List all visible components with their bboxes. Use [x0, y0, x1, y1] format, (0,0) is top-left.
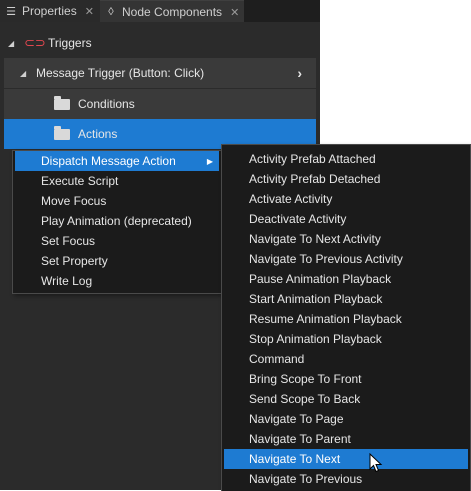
submenu-item[interactable]: Navigate To Next Activity — [224, 229, 468, 249]
submenu-item[interactable]: Send Scope To Back — [224, 389, 468, 409]
menu-item-label: Navigate To Parent — [249, 432, 351, 446]
submenu-item[interactable]: Command — [224, 349, 468, 369]
submenu-item[interactable]: Resume Animation Playback — [224, 309, 468, 329]
menu-item-label: Resume Animation Playback — [249, 312, 402, 326]
menu-item-label: Activity Prefab Attached — [249, 152, 376, 166]
mouse-cursor-icon — [369, 453, 383, 473]
tab-properties[interactable]: ☰ Properties ✕ — [0, 0, 100, 22]
submenu-item[interactable]: Start Animation Playback — [224, 289, 468, 309]
menu-item-label: Command — [249, 352, 305, 366]
menu-item-play-animation[interactable]: Play Animation (deprecated) — [15, 211, 219, 231]
menu-item-label: Navigate To Next — [249, 452, 341, 466]
menu-item-label: Move Focus — [41, 194, 107, 208]
menu-item-label: Activate Activity — [249, 192, 333, 206]
tree-item-message-trigger[interactable]: ◢ Message Trigger (Button: Click) › — [4, 58, 316, 89]
tab-label: Properties — [22, 4, 77, 18]
collapse-caret-icon[interactable]: ◢ — [20, 69, 28, 78]
menu-item-label: Write Log — [41, 274, 93, 288]
menu-item-label: Dispatch Message Action — [41, 154, 176, 168]
menu-item-label: Set Property — [41, 254, 108, 268]
trigger-icon: ⊂⊃ — [24, 35, 46, 50]
menu-item-set-focus[interactable]: Set Focus — [15, 231, 219, 251]
submenu-item[interactable]: Navigate To Parent — [224, 429, 468, 449]
submenu-item[interactable]: Navigate To Previous — [224, 469, 468, 489]
menu-item-label: Start Animation Playback — [249, 292, 383, 306]
submenu-item[interactable]: Stop Animation Playback — [224, 329, 468, 349]
tree-item-label: Conditions — [78, 97, 135, 111]
submenu-item[interactable]: Deactivate Activity — [224, 209, 468, 229]
tree-item-label: Triggers — [48, 36, 92, 50]
submenu-item[interactable]: Navigate To Page — [224, 409, 468, 429]
menu-item-set-property[interactable]: Set Property — [15, 251, 219, 271]
tree-item-triggers[interactable]: ◢ ⊂⊃ Triggers — [4, 28, 316, 58]
menu-item-label: Deactivate Activity — [249, 212, 347, 226]
menu-item-label: Navigate To Page — [249, 412, 344, 426]
submenu-item[interactable]: Activity Prefab Detached — [224, 169, 468, 189]
menu-item-label: Set Focus — [41, 234, 96, 248]
menu-item-label: Navigate To Next Activity — [249, 232, 381, 246]
menu-item-label: Pause Animation Playback — [249, 272, 392, 286]
menu-item-dispatch-message-action[interactable]: Dispatch Message Action ▶ — [15, 151, 219, 171]
tab-label: Node Components — [122, 5, 223, 19]
submenu-item[interactable]: Activity Prefab Attached — [224, 149, 468, 169]
menu-item-label: Execute Script — [41, 174, 119, 188]
menu-item-label: Bring Scope To Front — [249, 372, 362, 386]
collapse-caret-icon[interactable]: ◢ — [8, 39, 16, 48]
submenu-item[interactable]: Activate Activity — [224, 189, 468, 209]
submenu-item[interactable]: Navigate To Previous Activity — [224, 249, 468, 269]
list-icon: ☰ — [6, 5, 16, 18]
menu-item-label: Send Scope To Back — [249, 392, 361, 406]
submenu-item[interactable]: Pause Animation Playback — [224, 269, 468, 289]
folder-icon — [54, 125, 70, 140]
folder-icon — [54, 95, 70, 110]
chevron-right-icon[interactable]: › — [297, 65, 302, 81]
tree-item-conditions[interactable]: Conditions — [4, 89, 316, 120]
menu-item-label: Stop Animation Playback — [249, 332, 382, 346]
close-icon[interactable]: ✕ — [85, 5, 94, 18]
context-menu: Dispatch Message Action ▶ Execute Script… — [12, 150, 222, 294]
menu-item-move-focus[interactable]: Move Focus — [15, 191, 219, 211]
menu-item-label: Activity Prefab Detached — [249, 172, 381, 186]
submenu-item[interactable]: Bring Scope To Front — [224, 369, 468, 389]
dispatch-message-submenu: Activity Prefab Attached Activity Prefab… — [221, 144, 471, 491]
tab-node-components[interactable]: ◊ Node Components ✕ — [100, 0, 244, 23]
submenu-item-highlighted[interactable]: Navigate To Next — [224, 449, 468, 469]
menu-item-write-log[interactable]: Write Log — [15, 271, 219, 291]
menu-item-label: Play Animation (deprecated) — [41, 214, 192, 228]
menu-item-label: Navigate To Previous Activity — [249, 252, 403, 266]
tree-item-label: Message Trigger (Button: Click) — [36, 66, 205, 80]
menu-item-execute-script[interactable]: Execute Script — [15, 171, 219, 191]
tab-bar: ☰ Properties ✕ ◊ Node Components ✕ — [0, 0, 320, 23]
close-icon[interactable]: ✕ — [230, 6, 239, 19]
menu-item-label: Navigate To Previous — [249, 472, 363, 486]
component-icon: ◊ — [108, 6, 114, 18]
submenu-arrow-icon: ▶ — [206, 156, 213, 166]
tree-item-label: Actions — [78, 127, 118, 141]
